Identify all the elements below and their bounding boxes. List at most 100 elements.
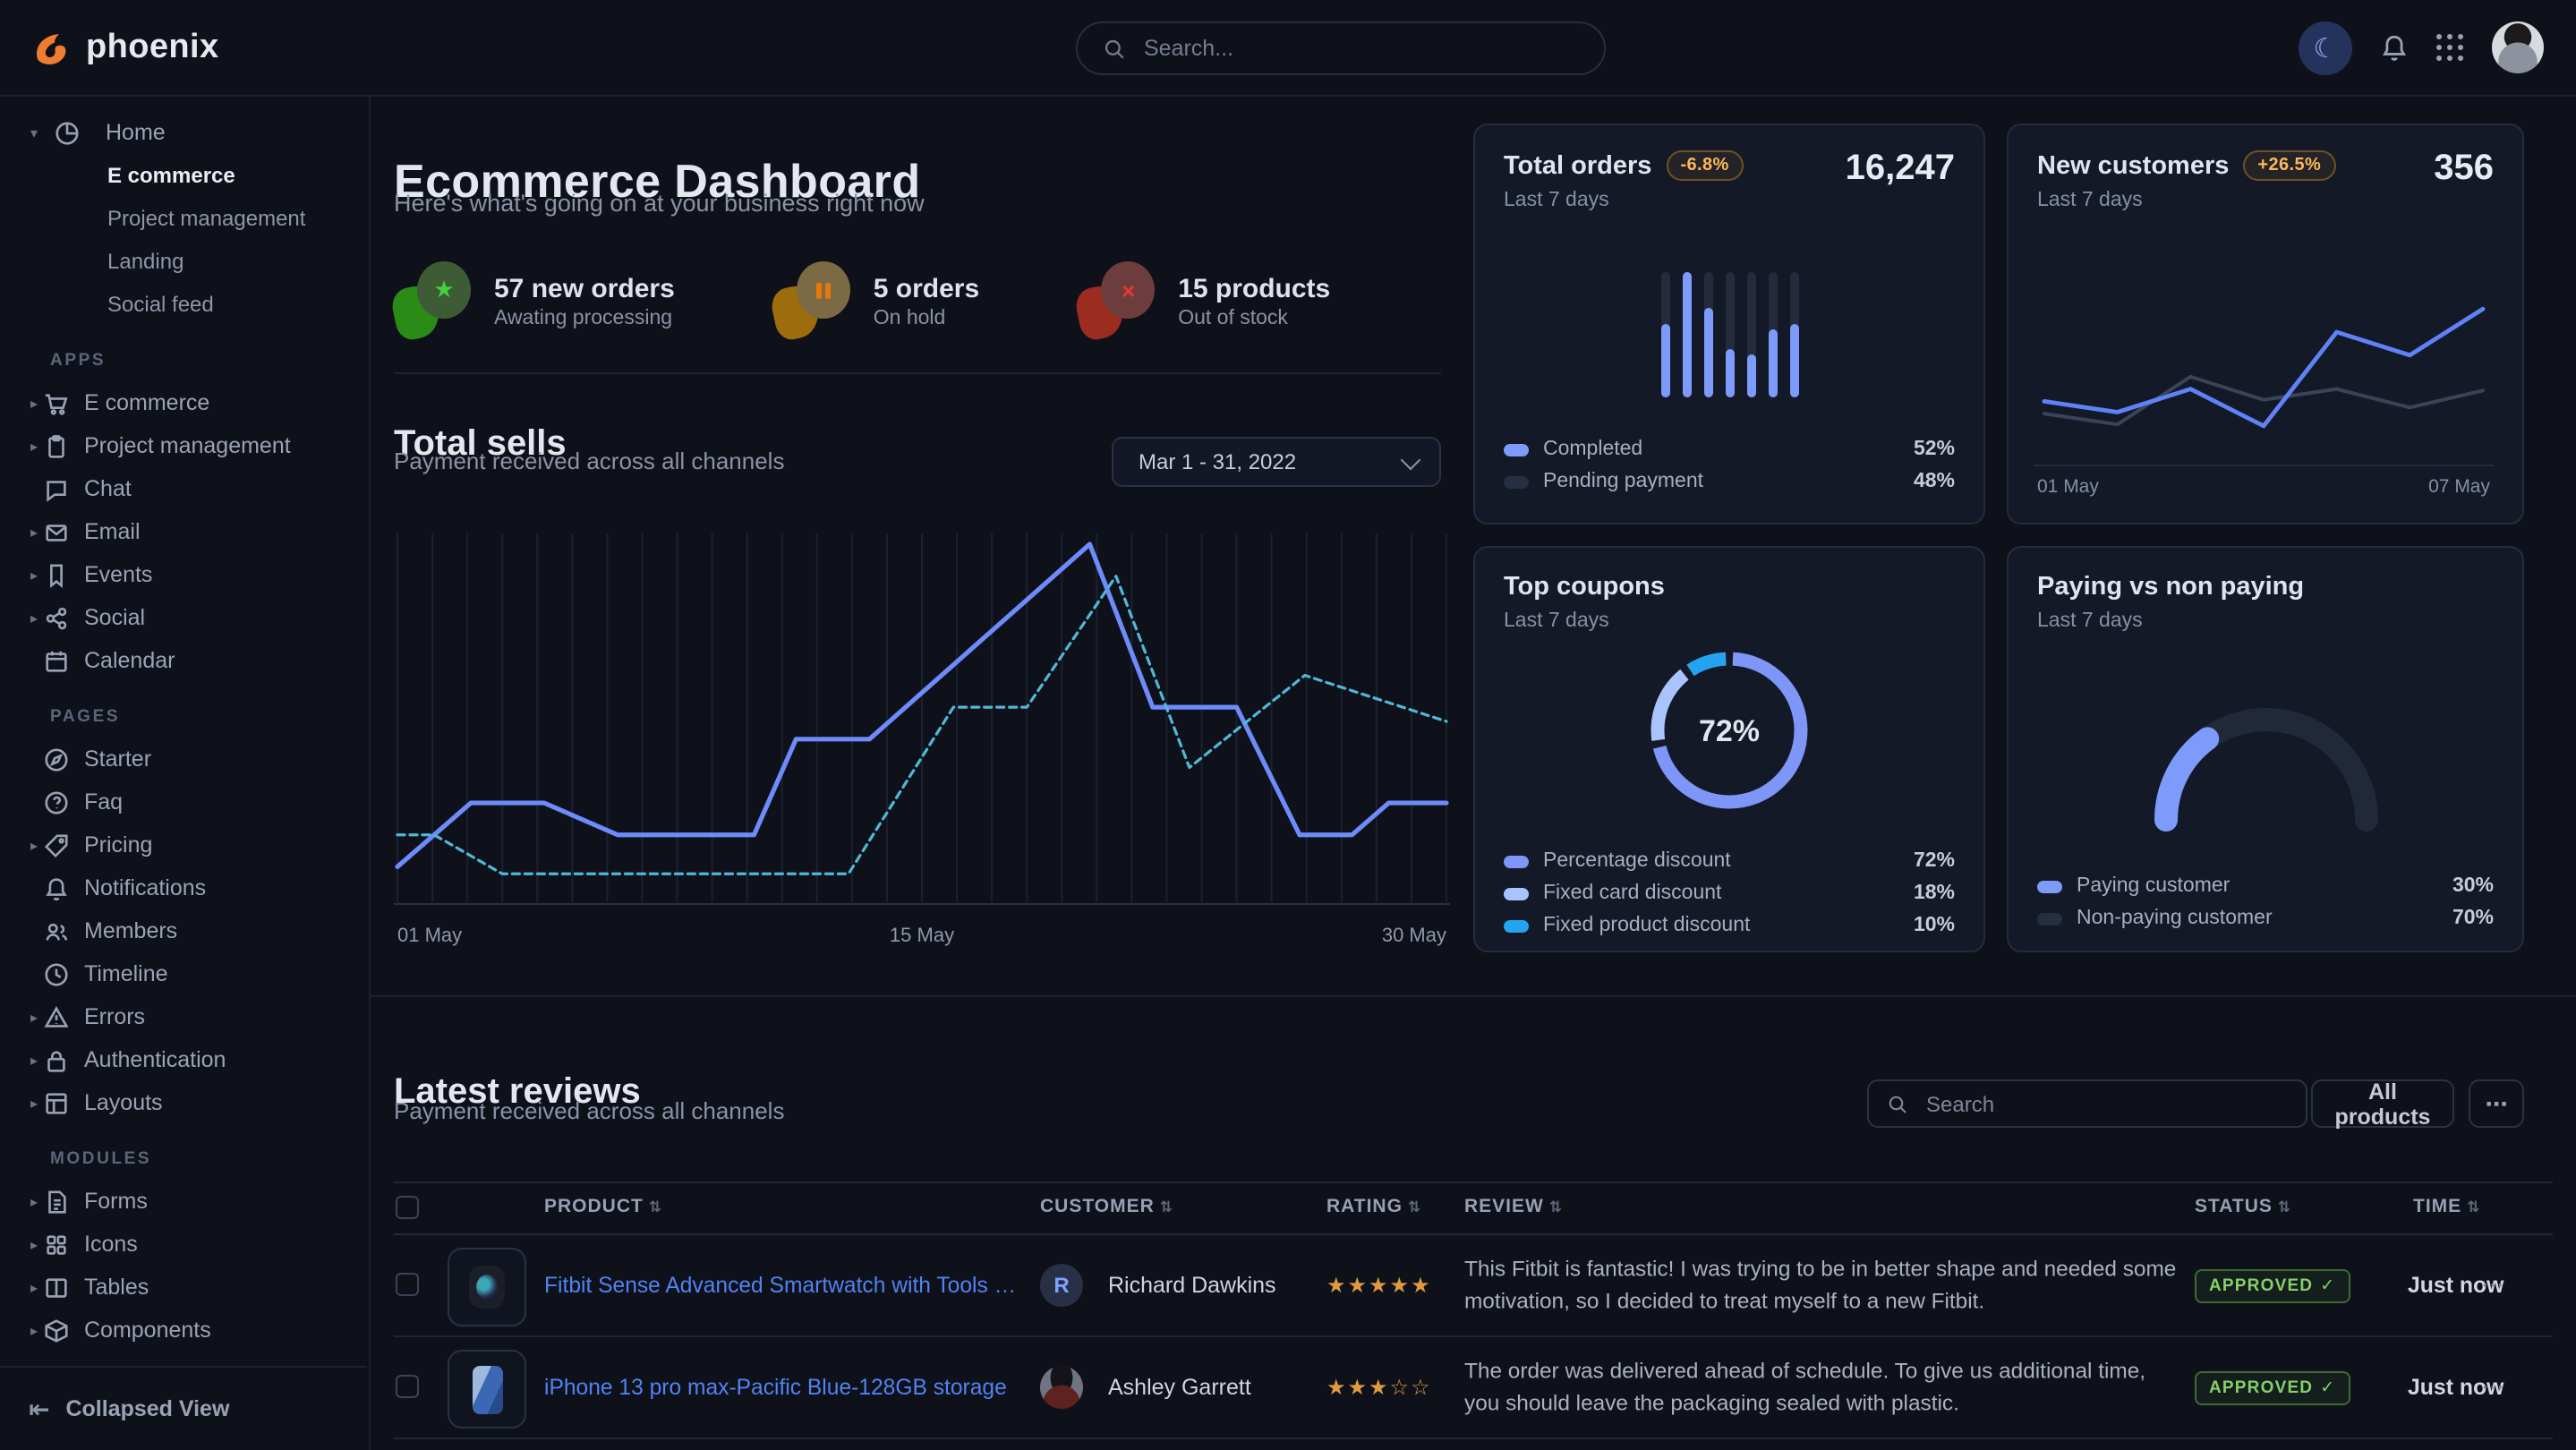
- chevron-down-icon: ▾: [25, 124, 43, 141]
- tag-icon: [43, 832, 70, 858]
- trend-badge: -6.8%: [1666, 150, 1743, 181]
- legend-swatch: [1504, 855, 1529, 867]
- status-badge: APPROVED ✓: [2195, 1371, 2350, 1405]
- product-link[interactable]: Fitbit Sense Advanced Smartwatch with To…: [544, 1273, 1017, 1298]
- sidebar-item-notifications[interactable]: Notifications: [0, 866, 369, 909]
- column-header-time[interactable]: TIME⇅: [2413, 1196, 2480, 1217]
- column-header-review[interactable]: REVIEW⇅: [1464, 1196, 1563, 1217]
- sidebar-item-members[interactable]: Members: [0, 909, 369, 952]
- row-checkbox[interactable]: [396, 1375, 419, 1398]
- total-orders-value: 16,247: [1846, 149, 1955, 190]
- stat-out-of-stock: × 15 products Out of stock: [1078, 261, 1330, 340]
- paying-vs-nonpaying-card: Paying vs non paying Last 7 days Paying …: [2007, 546, 2524, 952]
- user-avatar[interactable]: [2492, 21, 2544, 73]
- chevron-right-icon: ▸: [25, 1095, 43, 1111]
- all-products-button[interactable]: All products: [2311, 1079, 2454, 1128]
- product-thumbnail[interactable]: [448, 1248, 526, 1326]
- sidebar-item-icons[interactable]: ▸Icons: [0, 1223, 369, 1266]
- share-icon: [43, 604, 70, 631]
- chevron-right-icon: ▸: [25, 610, 43, 626]
- sidebar-item-authentication[interactable]: ▸Authentication: [0, 1038, 369, 1081]
- brand[interactable]: phoenix: [29, 26, 219, 69]
- column-header-customer[interactable]: CUSTOMER⇅: [1040, 1196, 1173, 1217]
- collapsed-view-toggle[interactable]: ⇤ Collapsed View: [0, 1366, 367, 1450]
- order-bar: [1746, 272, 1755, 397]
- sidebar-item-errors[interactable]: ▸Errors: [0, 995, 369, 1038]
- sidebar-item-faq[interactable]: Faq: [0, 780, 369, 823]
- cube-icon: [43, 1317, 70, 1343]
- sidebar-item-e-commerce[interactable]: ▸E commerce: [0, 381, 369, 424]
- rating-stars: ★★★★★: [1326, 1273, 1432, 1298]
- column-header-product[interactable]: PRODUCT⇅: [544, 1196, 662, 1217]
- legend-row-pending-payment: Pending payment48%: [1504, 465, 1955, 498]
- theme-toggle-moon-icon[interactable]: ☾: [2299, 21, 2352, 74]
- lock-icon: [43, 1046, 70, 1073]
- legend-row-fixed-card-discount: Fixed card discount18%: [1504, 877, 1955, 909]
- divider: [394, 372, 1441, 374]
- global-search-input[interactable]: [1140, 34, 1579, 63]
- total-orders-legend: Completed52%Pending payment48%: [1504, 433, 1955, 498]
- check-icon: ✓: [2320, 1378, 2335, 1398]
- sidebar-item-forms[interactable]: ▸Forms: [0, 1180, 369, 1223]
- sidebar-item-social[interactable]: ▸Social: [0, 596, 369, 639]
- more-options-button[interactable]: ⋯: [2469, 1079, 2524, 1128]
- order-bar: [1768, 272, 1777, 397]
- chevron-right-icon: ▸: [25, 1193, 43, 1209]
- app: phoenix ☾ ▾ Home E commerce Project mana…: [0, 0, 2576, 1450]
- cart-icon: [43, 389, 70, 416]
- file-icon: [43, 1188, 70, 1215]
- rating-stars: ★★★☆☆: [1326, 1375, 1432, 1400]
- legend-row-fixed-product-discount: Fixed product discount10%: [1504, 909, 1955, 942]
- legend-row-non-paying-customer: Non-paying customer70%: [2037, 902, 2494, 934]
- product-link[interactable]: iPhone 13 pro max-Pacific Blue-128GB sto…: [544, 1375, 1017, 1400]
- row-checkbox[interactable]: [396, 1273, 419, 1296]
- sidebar-item-pricing[interactable]: ▸Pricing: [0, 823, 369, 866]
- sidebar-item-starter[interactable]: Starter: [0, 738, 369, 780]
- sidebar-item-email[interactable]: ▸Email: [0, 510, 369, 553]
- users-icon: [43, 917, 70, 944]
- row-menu-dots[interactable]: ⋯: [2481, 1373, 2504, 1402]
- column-header-status[interactable]: STATUS⇅: [2195, 1196, 2291, 1217]
- search-icon: [1103, 37, 1126, 60]
- home-pie-icon: [54, 119, 81, 146]
- sidebar-item-project-management[interactable]: ▸Project management: [0, 424, 369, 467]
- table-row: iPhone 13 pro max-Pacific Blue-128GB sto…: [394, 1337, 2553, 1439]
- legend-swatch: [2037, 880, 2062, 892]
- reviews-table: PRODUCT⇅ CUSTOMER⇅ RATING⇅ REVIEW⇅ STATU…: [394, 1181, 2553, 1450]
- sort-icon: ⇅: [649, 1198, 662, 1215]
- column-header-rating[interactable]: RATING⇅: [1326, 1196, 1421, 1217]
- sidebar-item-tables[interactable]: ▸Tables: [0, 1266, 369, 1309]
- sidebar-item-layouts[interactable]: ▸Layouts: [0, 1081, 369, 1124]
- sidebar-item-chat[interactable]: Chat: [0, 467, 369, 510]
- select-all-checkbox[interactable]: [396, 1196, 419, 1219]
- sidebar-item-events[interactable]: ▸Events: [0, 553, 369, 596]
- chevron-right-icon: ▸: [25, 524, 43, 540]
- top-coupons-card: Top coupons Last 7 days 72% Percentage d…: [1473, 546, 1985, 952]
- svg-text:15 May: 15 May: [890, 924, 954, 946]
- sidebar-item-e-commerce-dashboard[interactable]: E commerce: [0, 154, 369, 197]
- sidebar-item-social-feed[interactable]: Social feed: [0, 283, 369, 326]
- sidebar-item-components[interactable]: ▸Components: [0, 1309, 369, 1352]
- paying-gauge-chart: [2095, 648, 2435, 841]
- global-search[interactable]: [1076, 21, 1606, 75]
- notifications-bell-icon[interactable]: [2379, 32, 2410, 63]
- apps-grid-icon[interactable]: [2436, 33, 2465, 62]
- layout-icon: [43, 1089, 70, 1116]
- sidebar-item-timeline[interactable]: Timeline: [0, 952, 369, 995]
- sidebar-item-calendar[interactable]: Calendar: [0, 639, 369, 682]
- sidebar-item-home[interactable]: ▾ Home: [0, 111, 369, 154]
- row-menu-dots[interactable]: ⋯: [2481, 1271, 2504, 1300]
- legend-swatch: [2037, 912, 2062, 925]
- quick-stats: ★ 57 new orders Awating processing 5 ord…: [394, 261, 1330, 340]
- chevron-right-icon: ▸: [25, 837, 43, 853]
- sort-icon: ⇅: [2278, 1198, 2291, 1215]
- sidebar-item-project-management-dashboard[interactable]: Project management: [0, 197, 369, 240]
- sidebar-item-landing[interactable]: Landing: [0, 240, 369, 283]
- date-range-select[interactable]: Mar 1 - 31, 2022: [1112, 437, 1441, 487]
- product-thumbnail[interactable]: [448, 1350, 526, 1429]
- reviews-search-input[interactable]: [1923, 1089, 2288, 1118]
- mail-icon: [43, 518, 70, 545]
- chevron-right-icon: ▸: [25, 1279, 43, 1295]
- page-subtitle: Here's what's going on at your business …: [394, 190, 925, 217]
- reviews-search[interactable]: [1867, 1079, 2307, 1128]
